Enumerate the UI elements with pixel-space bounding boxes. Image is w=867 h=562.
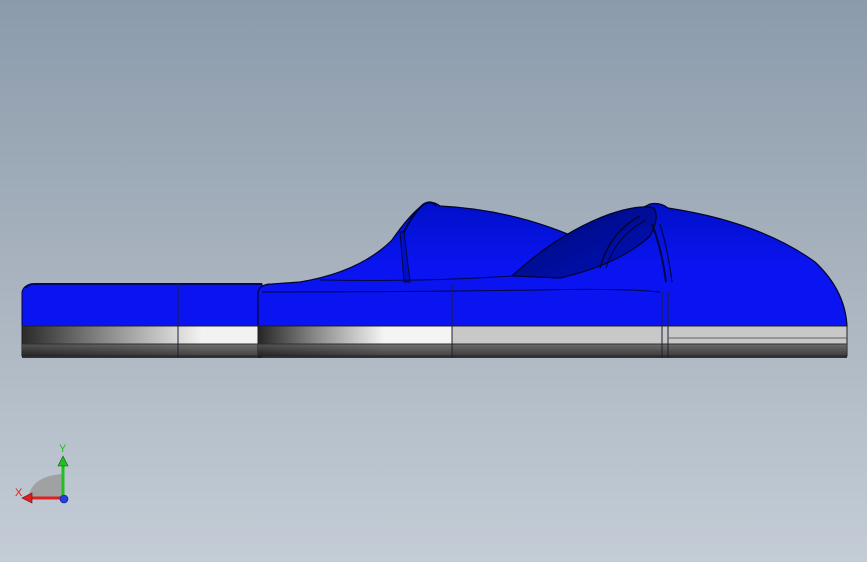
orientation-triad: Y X: [15, 443, 69, 504]
y-axis-label: Y: [59, 443, 67, 455]
z-axis-dot: [59, 494, 69, 504]
x-axis-label: X: [15, 487, 23, 499]
rear-shoe-upper: [21, 283, 263, 327]
model-view[interactable]: [0, 0, 867, 562]
graphics-viewport[interactable]: Y X: [0, 0, 867, 562]
main-shoe[interactable]: [257, 201, 848, 358]
y-axis-arrow: [57, 455, 69, 467]
x-axis-arrow: [21, 492, 33, 504]
rear-shoe[interactable]: [21, 283, 263, 358]
main-shoe-sole-base: [258, 344, 847, 358]
rear-shoe-sole-base: [22, 344, 262, 358]
triad-plane: [28, 474, 62, 498]
